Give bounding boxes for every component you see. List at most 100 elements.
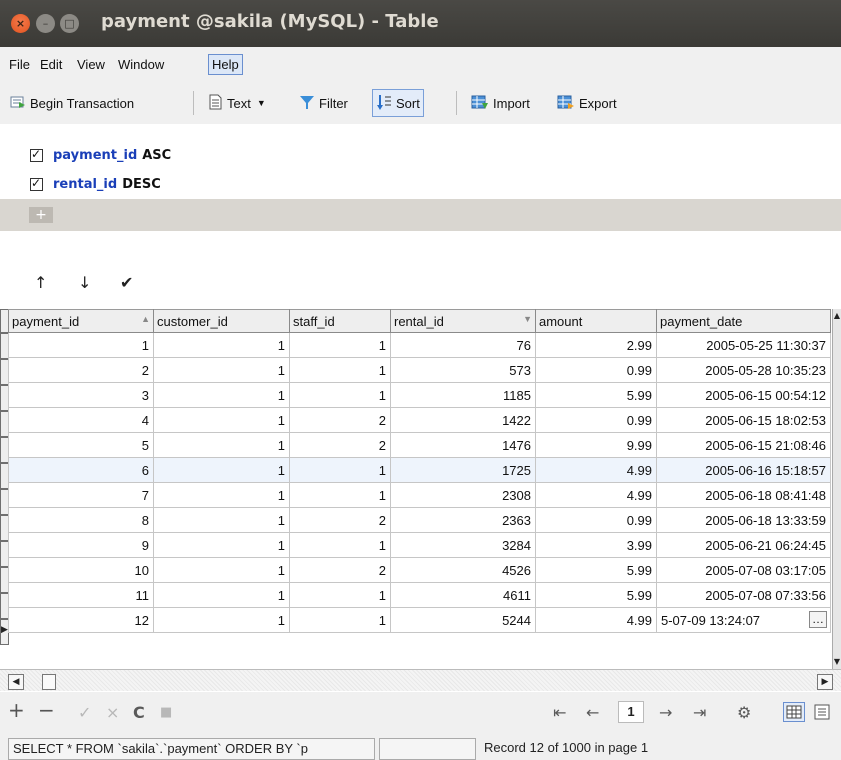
cell-payment-id[interactable]: 4 — [8, 407, 154, 433]
column-header-payment-id[interactable]: payment_id ▲ — [8, 309, 154, 333]
cell-payment-date[interactable]: 2005-05-25 11:30:37 — [656, 332, 831, 358]
cell-rental-id[interactable]: 1725 — [390, 457, 536, 483]
cell-amount[interactable]: 4.99 — [535, 482, 657, 508]
cell-customer-id[interactable]: 1 — [153, 357, 290, 383]
cell-staff-id[interactable]: 1 — [289, 582, 391, 608]
data-table[interactable]: payment_id ▲ customer_id staff_id rental… — [8, 309, 831, 633]
table-row[interactable]: 4 1 2 1422 0.99 2005-06-15 18:02:53 — [8, 407, 831, 433]
vertical-scrollbar[interactable]: ▲ ▼ — [832, 309, 841, 669]
scroll-down-icon[interactable]: ▼ — [833, 655, 841, 669]
table-row[interactable]: 2 1 1 573 0.99 2005-05-28 10:35:23 — [8, 357, 831, 383]
add-record-icon[interactable]: + — [8, 698, 25, 722]
cell-staff-id[interactable]: 1 — [289, 332, 391, 358]
cell-staff-id[interactable]: 1 — [289, 607, 391, 633]
menu-view[interactable]: View — [77, 57, 105, 72]
import-button[interactable]: Import — [471, 89, 530, 117]
text-view-button[interactable]: Text ▼ — [208, 89, 266, 117]
menu-edit[interactable]: Edit — [40, 57, 62, 72]
cell-payment-id[interactable]: 11 — [8, 582, 154, 608]
cell-payment-id[interactable]: 6 — [8, 457, 154, 483]
cell-payment-id[interactable]: 12 — [8, 607, 154, 633]
cell-customer-id[interactable]: 1 — [153, 532, 290, 558]
sort-field-checkbox[interactable] — [30, 147, 43, 162]
maximize-window-button[interactable]: □ — [60, 14, 79, 33]
sort-direction[interactable]: DESC — [122, 177, 161, 192]
cell-payment-date[interactable]: 2005-06-15 18:02:53 — [656, 407, 831, 433]
cell-rental-id[interactable]: 76 — [390, 332, 536, 358]
cell-payment-date[interactable]: 2005-06-15 00:54:12 — [656, 382, 831, 408]
table-row[interactable]: 9 1 1 3284 3.99 2005-06-21 06:24:45 — [8, 532, 831, 558]
delete-record-icon[interactable]: − — [38, 698, 55, 722]
first-page-icon[interactable]: ⇤ — [553, 703, 566, 722]
export-button[interactable]: Export — [557, 89, 617, 117]
cell-amount[interactable]: 2.99 — [535, 332, 657, 358]
menu-file[interactable]: File — [9, 57, 30, 72]
cell-customer-id[interactable]: 1 — [153, 432, 290, 458]
cell-payment-date[interactable]: 2005-06-15 21:08:46 — [656, 432, 831, 458]
form-view-icon[interactable] — [813, 703, 833, 721]
cell-staff-id[interactable]: 2 — [289, 407, 391, 433]
cell-staff-id[interactable]: 1 — [289, 532, 391, 558]
cell-customer-id[interactable]: 1 — [153, 382, 290, 408]
sort-field-row[interactable]: payment_id ASC — [30, 146, 171, 164]
next-page-icon[interactable]: → — [659, 703, 672, 722]
refresh-icon[interactable]: C — [133, 703, 145, 722]
cell-payment-id[interactable]: 3 — [8, 382, 154, 408]
cell-staff-id[interactable]: 1 — [289, 357, 391, 383]
cell-customer-id[interactable]: 1 — [153, 457, 290, 483]
editing-value[interactable]: 5-07-09 13:24:07 — [661, 613, 760, 628]
sort-field-name[interactable]: rental_id — [53, 177, 117, 192]
cell-payment-id[interactable]: 8 — [8, 507, 154, 533]
cell-payment-id[interactable]: 10 — [8, 557, 154, 583]
cell-staff-id[interactable]: 1 — [289, 482, 391, 508]
cell-payment-id[interactable]: 7 — [8, 482, 154, 508]
table-row[interactable]: 10 1 2 4526 5.99 2005-07-08 03:17:05 — [8, 557, 831, 583]
cell-rental-id[interactable]: 3284 — [390, 532, 536, 558]
cell-rental-id[interactable]: 4526 — [390, 557, 536, 583]
column-header-payment-date[interactable]: payment_date — [656, 309, 831, 333]
cell-payment-date[interactable]: 2005-06-21 06:24:45 — [656, 532, 831, 558]
cell-staff-id[interactable]: 2 — [289, 507, 391, 533]
cell-amount[interactable]: 5.99 — [535, 582, 657, 608]
cell-rental-id[interactable]: 2363 — [390, 507, 536, 533]
table-row[interactable]: 11 1 1 4611 5.99 2005-07-08 07:33:56 — [8, 582, 831, 608]
cell-payment-id[interactable]: 9 — [8, 532, 154, 558]
cell-amount[interactable]: 0.99 — [535, 407, 657, 433]
move-down-icon[interactable]: ↓ — [78, 273, 91, 292]
cell-amount[interactable]: 4.99 — [535, 607, 657, 633]
table-row[interactable]: 5 1 2 1476 9.99 2005-06-15 21:08:46 — [8, 432, 831, 458]
cell-payment-date[interactable]: 2005-05-28 10:35:23 — [656, 357, 831, 383]
cell-staff-id[interactable]: 1 — [289, 382, 391, 408]
prev-page-icon[interactable]: ← — [586, 703, 599, 722]
table-row[interactable]: 7 1 1 2308 4.99 2005-06-18 08:41:48 — [8, 482, 831, 508]
cell-customer-id[interactable]: 1 — [153, 482, 290, 508]
cell-customer-id[interactable]: 1 — [153, 332, 290, 358]
cell-payment-date[interactable]: 5-07-09 13:24:07… — [656, 607, 831, 633]
cell-customer-id[interactable]: 1 — [153, 507, 290, 533]
filter-button[interactable]: Filter — [299, 89, 348, 117]
table-row[interactable]: 6 1 1 1725 4.99 2005-06-16 15:18:57 — [8, 457, 831, 483]
sort-field-checkbox[interactable] — [30, 176, 43, 191]
page-number-field[interactable]: 1 — [618, 701, 644, 723]
column-header-staff-id[interactable]: staff_id — [289, 309, 391, 333]
cell-staff-id[interactable]: 1 — [289, 457, 391, 483]
cell-payment-date[interactable]: 2005-06-18 13:33:59 — [656, 507, 831, 533]
scroll-right-icon[interactable]: ▶ — [817, 674, 833, 690]
cell-customer-id[interactable]: 1 — [153, 607, 290, 633]
last-page-icon[interactable]: ⇥ — [693, 703, 706, 722]
cell-amount[interactable]: 0.99 — [535, 357, 657, 383]
cell-payment-date[interactable]: 2005-06-18 08:41:48 — [656, 482, 831, 508]
begin-transaction-button[interactable]: Begin Transaction — [10, 89, 134, 117]
table-row[interactable]: 8 1 2 2363 0.99 2005-06-18 13:33:59 — [8, 507, 831, 533]
move-up-icon[interactable]: ↑ — [34, 273, 47, 292]
cell-amount[interactable]: 3.99 — [535, 532, 657, 558]
menu-help[interactable]: Help — [208, 54, 243, 75]
sort-direction[interactable]: ASC — [142, 148, 171, 163]
discard-changes-icon[interactable]: × — [106, 703, 119, 722]
cell-payment-date[interactable]: 2005-07-08 07:33:56 — [656, 582, 831, 608]
close-window-button[interactable]: × — [11, 14, 30, 33]
cell-rental-id[interactable]: 5244 — [390, 607, 536, 633]
cell-customer-id[interactable]: 1 — [153, 407, 290, 433]
cell-rental-id[interactable]: 1422 — [390, 407, 536, 433]
cell-payment-id[interactable]: 1 — [8, 332, 154, 358]
